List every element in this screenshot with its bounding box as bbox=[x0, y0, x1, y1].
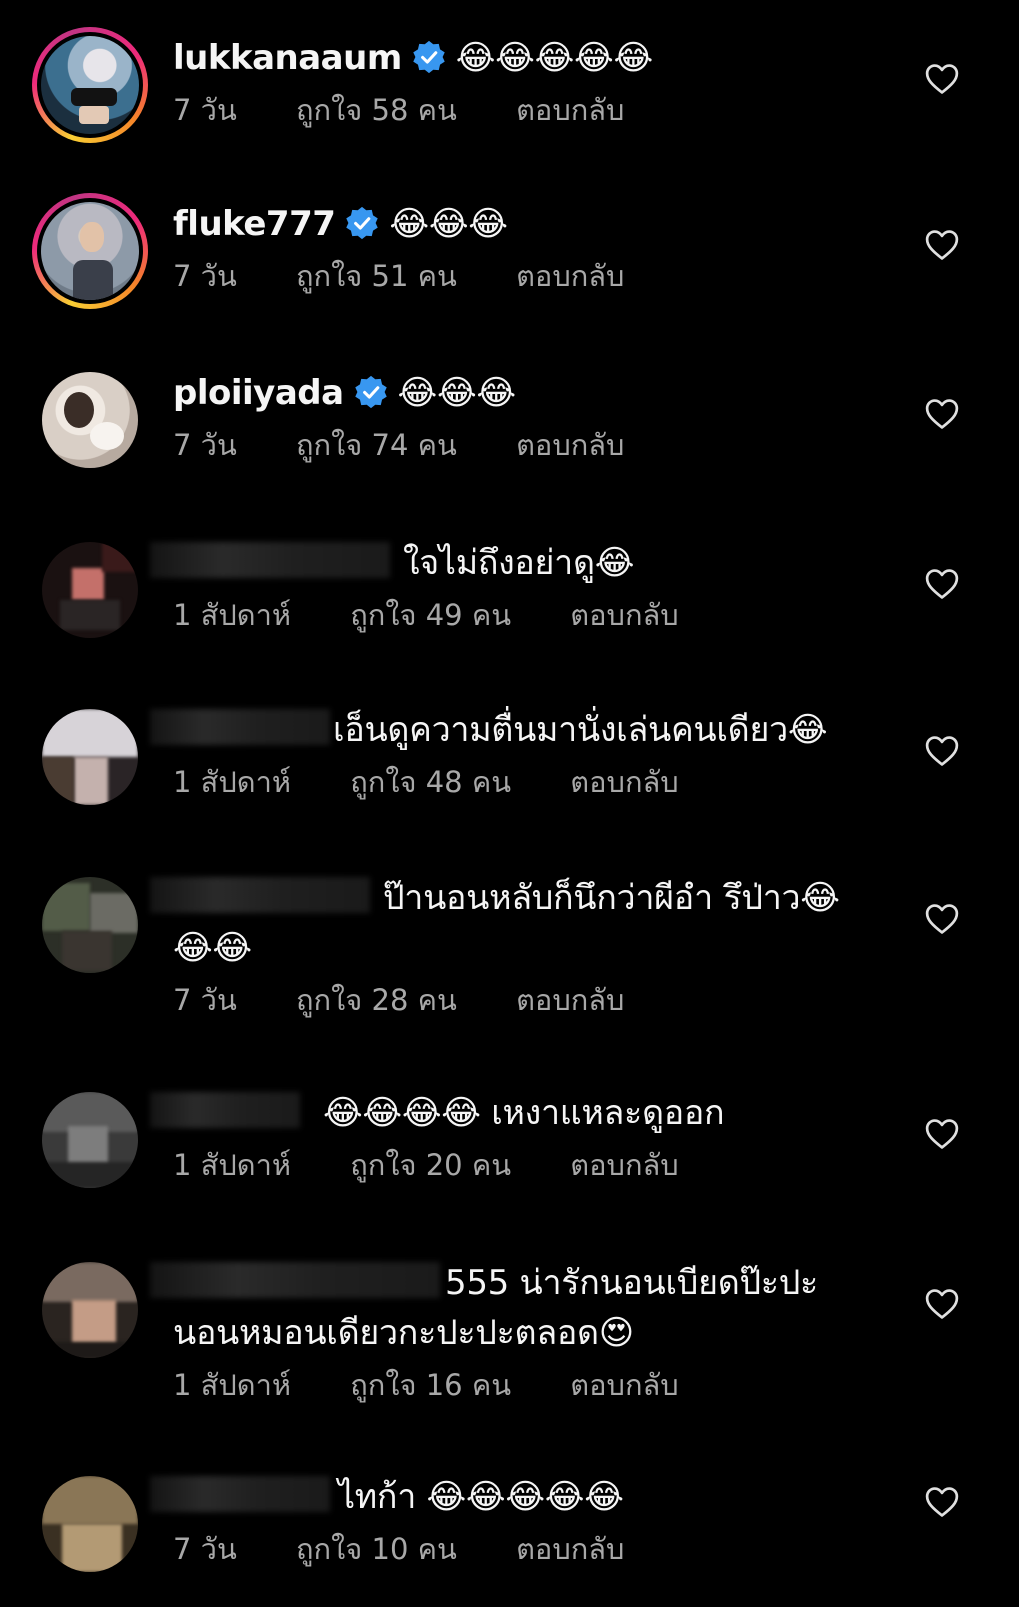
likes-count[interactable]: ถูกใจ 49 คน bbox=[350, 592, 511, 638]
avatar-wrap[interactable] bbox=[32, 362, 148, 478]
reply-button[interactable]: ตอบกลับ bbox=[570, 592, 678, 638]
comment-text: 😂😂😂😂😂 bbox=[455, 38, 653, 78]
avatar[interactable] bbox=[41, 202, 139, 300]
comment-time: 1 สัปดาห์ bbox=[173, 765, 292, 799]
avatar[interactable] bbox=[41, 36, 139, 134]
avatar-redacted[interactable] bbox=[42, 542, 138, 638]
comment-line: ป๊านอนหลับก็นึกว่าผีอำ รึป่าว😂 bbox=[173, 873, 873, 923]
comment-text: 😂😂😂 bbox=[389, 204, 508, 244]
comment-text: ไทก้า 😂😂😂😂😂 bbox=[338, 1477, 624, 1517]
comment-text-continued: นอนหมอนเดียวกะปะปะตลอด😍 bbox=[173, 1313, 634, 1353]
avatar-story-ring[interactable] bbox=[32, 193, 148, 309]
reply-button[interactable]: ตอบกลับ bbox=[570, 759, 678, 805]
likes-count[interactable]: ถูกใจ 58 คน bbox=[296, 87, 457, 133]
comment-time: 1 สัปดาห์ bbox=[173, 1148, 292, 1182]
comment-time: 7 วัน bbox=[173, 93, 237, 127]
comment-line: fluke777 😂😂😂 bbox=[173, 199, 873, 249]
comment-text: 😂😂😂 bbox=[397, 373, 517, 413]
likes-count[interactable]: ถูกใจ 48 คน bbox=[350, 759, 511, 805]
comment-line-2: 😂😂 bbox=[173, 923, 873, 973]
comment-time: 7 วัน bbox=[173, 428, 237, 462]
comment-time: 7 วัน bbox=[173, 983, 237, 1017]
avatar-wrap[interactable] bbox=[32, 532, 148, 648]
reply-button[interactable]: ตอบกลับ bbox=[570, 1362, 678, 1408]
like-heart-icon[interactable] bbox=[925, 1118, 959, 1150]
avatar-wrap[interactable] bbox=[32, 699, 148, 815]
avatar-redacted[interactable] bbox=[42, 1262, 138, 1358]
comment-line-2: นอนหมอนเดียวกะปะปะตลอด😍 bbox=[173, 1308, 873, 1358]
like-heart-icon[interactable] bbox=[925, 1288, 959, 1320]
comment-text: 555 น่ารักนอนเบียดป๊ะปะ bbox=[445, 1263, 818, 1303]
avatar-story-ring[interactable] bbox=[32, 27, 148, 143]
username-link[interactable]: fluke777 bbox=[173, 204, 336, 244]
like-heart-icon[interactable] bbox=[925, 229, 959, 261]
reply-button[interactable]: ตอบกลับ bbox=[516, 253, 624, 299]
likes-count[interactable]: ถูกใจ 28 คน bbox=[296, 977, 457, 1023]
avatar-redacted[interactable] bbox=[42, 1476, 138, 1572]
comment-time: 1 สัปดาห์ bbox=[173, 1368, 292, 1402]
verified-badge-icon bbox=[412, 40, 446, 74]
comment-time: 7 วัน bbox=[173, 259, 237, 293]
comment-text: ป๊านอนหลับก็นึกว่าผีอำ รึป่าว😂 bbox=[383, 878, 840, 918]
comment-line: ploiiyada 😂😂😂 bbox=[173, 368, 873, 418]
reply-button[interactable]: ตอบกลับ bbox=[516, 87, 624, 133]
comment-line: 555 น่ารักนอนเบียดป๊ะปะ bbox=[173, 1258, 873, 1308]
avatar-redacted[interactable] bbox=[42, 877, 138, 973]
comment-line: ใจไม่ถึงอย่าดู😂 bbox=[173, 538, 873, 588]
reply-button[interactable]: ตอบกลับ bbox=[516, 1526, 624, 1572]
like-heart-icon[interactable] bbox=[925, 1486, 959, 1518]
comment-line: เอ็นดูความตื่นมานั่งเล่นคนเดียว😂 bbox=[173, 705, 873, 755]
comment-line: lukkanaaum 😂😂😂😂😂 bbox=[173, 33, 873, 83]
verified-badge-icon bbox=[354, 375, 388, 409]
reply-button[interactable]: ตอบกลับ bbox=[516, 977, 624, 1023]
likes-count[interactable]: ถูกใจ 20 คน bbox=[350, 1142, 511, 1188]
like-heart-icon[interactable] bbox=[925, 398, 959, 430]
like-heart-icon[interactable] bbox=[925, 735, 959, 767]
likes-count[interactable]: ถูกใจ 10 คน bbox=[296, 1526, 457, 1572]
avatar[interactable] bbox=[42, 372, 138, 468]
avatar-redacted[interactable] bbox=[42, 1092, 138, 1188]
reply-button[interactable]: ตอบกลับ bbox=[570, 1142, 678, 1188]
avatar-wrap[interactable] bbox=[32, 1466, 148, 1582]
avatar-wrap[interactable] bbox=[32, 867, 148, 983]
like-heart-icon[interactable] bbox=[925, 568, 959, 600]
avatar-wrap[interactable] bbox=[32, 1252, 148, 1368]
comment-text-continued: 😂😂 bbox=[173, 928, 252, 968]
comment-text: 😂😂😂😂 เหงาแหละดูออก bbox=[323, 1093, 725, 1133]
reply-button[interactable]: ตอบกลับ bbox=[516, 422, 624, 468]
likes-count[interactable]: ถูกใจ 16 คน bbox=[350, 1362, 511, 1408]
comment-text: ใจไม่ถึงอย่าดู😂 bbox=[403, 543, 635, 583]
comment-time: 1 สัปดาห์ bbox=[173, 598, 292, 632]
likes-count[interactable]: ถูกใจ 51 คน bbox=[296, 253, 457, 299]
username-link[interactable]: lukkanaaum bbox=[173, 38, 402, 78]
likes-count[interactable]: ถูกใจ 74 คน bbox=[296, 422, 457, 468]
like-heart-icon[interactable] bbox=[925, 63, 959, 95]
comment-line: ไทก้า 😂😂😂😂😂 bbox=[173, 1472, 873, 1522]
comment-time: 7 วัน bbox=[173, 1532, 237, 1566]
username-link[interactable]: ploiiyada bbox=[173, 373, 344, 413]
avatar-wrap[interactable] bbox=[32, 1082, 148, 1198]
like-heart-icon[interactable] bbox=[925, 903, 959, 935]
comment-line: 😂😂😂😂 เหงาแหละดูออก bbox=[173, 1088, 873, 1138]
comment-text: เอ็นดูความตื่นมานั่งเล่นคนเดียว😂 bbox=[333, 710, 828, 750]
avatar-redacted[interactable] bbox=[42, 709, 138, 805]
verified-badge-icon bbox=[345, 206, 379, 240]
